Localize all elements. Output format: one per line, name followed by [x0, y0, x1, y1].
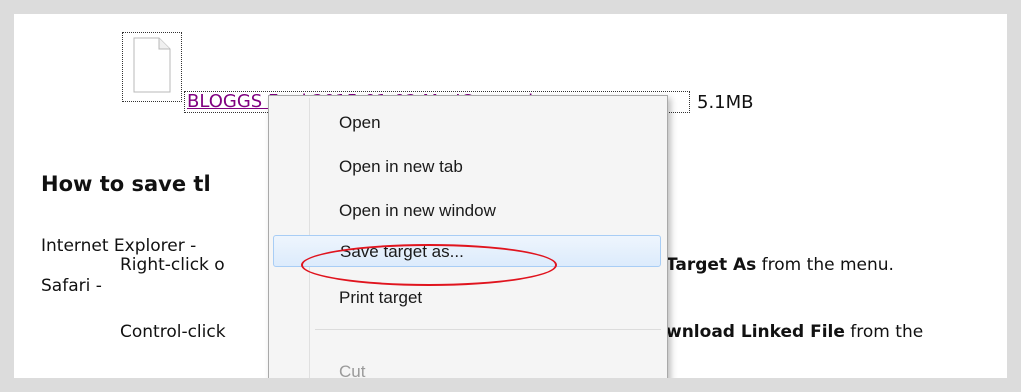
ie-label: Internet Explorer -: [41, 236, 197, 256]
annotation-ellipse: [301, 244, 557, 286]
safari-rest-text: from the: [844, 322, 924, 342]
menu-separator: [315, 329, 661, 330]
safari-instruction-right: wnload Linked File from the: [666, 322, 923, 342]
menu-item-open-new-window[interactable]: Open in new window: [273, 195, 661, 227]
menu-item-cut[interactable]: Cut: [273, 356, 661, 378]
page-content: BLOGGS Fred 2015-01-02 Mn JComp sim 5.1M…: [14, 14, 1007, 378]
file-icon[interactable]: [133, 37, 171, 93]
safari-label: Safari -: [41, 276, 102, 296]
safari-bold-text: wnload Linked File: [666, 322, 845, 342]
ie-instruction-right: Target As from the menu.: [666, 255, 894, 275]
context-menu: Open Open in new tab Open in new window …: [268, 95, 668, 378]
file-icon-focus-box[interactable]: [122, 32, 182, 102]
ie-bold-text: Target As: [666, 255, 757, 275]
file-size: 5.1MB: [697, 92, 754, 113]
menu-item-open[interactable]: Open: [273, 107, 661, 139]
menu-item-open-new-tab[interactable]: Open in new tab: [273, 151, 661, 183]
section-heading: How to save tl: [41, 172, 211, 196]
ie-instruction-left: Right-click o: [120, 255, 225, 275]
menu-item-print-target[interactable]: Print target: [273, 282, 661, 314]
safari-instruction-left: Control-click: [120, 322, 226, 342]
ie-rest-text: from the menu.: [756, 255, 894, 275]
